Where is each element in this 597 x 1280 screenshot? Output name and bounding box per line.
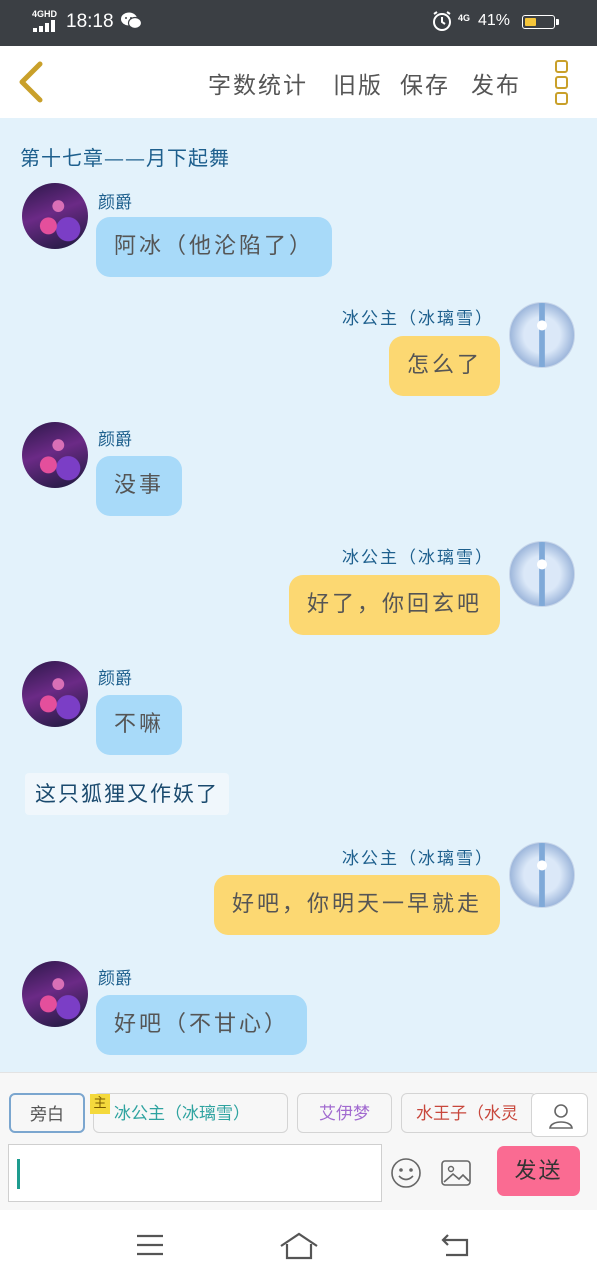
avatar[interactable]: [22, 422, 88, 488]
speaker-name: 颜爵: [98, 430, 132, 450]
avatar[interactable]: [509, 541, 575, 607]
avatar[interactable]: [509, 302, 575, 368]
text-caret: [17, 1159, 20, 1189]
publish-button[interactable]: 发布: [471, 66, 521, 100]
speaker-name: 冰公主（冰璃雪）: [342, 849, 494, 869]
battery-tip: [556, 19, 559, 25]
alarm-icon: [431, 10, 453, 38]
message-bubble[interactable]: 怎么了: [388, 336, 500, 396]
emoji-icon[interactable]: [390, 1157, 422, 1189]
message-input[interactable]: [8, 1144, 382, 1202]
save-button[interactable]: 保存: [400, 66, 450, 100]
battery-icon: [522, 15, 555, 29]
editor-toolbar: 字数统计 旧版 保存 发布: [0, 46, 597, 118]
add-role-button[interactable]: [531, 1093, 588, 1137]
back-icon[interactable]: [440, 1231, 470, 1259]
battery-percent: 41%: [478, 12, 511, 29]
message-bubble[interactable]: 好吧（不甘心）: [96, 995, 308, 1055]
person-icon: [549, 1104, 573, 1129]
narration-role-button[interactable]: 旁白: [9, 1093, 85, 1133]
battery-fill: [525, 18, 536, 26]
message-bubble[interactable]: 不嘛: [96, 695, 183, 755]
speaker-name: 颜爵: [98, 193, 132, 213]
network-type: 4GHD: [32, 9, 58, 19]
old-version-button[interactable]: 旧版: [333, 66, 383, 100]
image-icon[interactable]: [440, 1158, 472, 1188]
signal-icon: [33, 20, 59, 32]
system-nav-bar: [0, 1210, 597, 1280]
avatar[interactable]: [22, 661, 88, 727]
avatar[interactable]: [22, 183, 88, 249]
chapter-title[interactable]: 第十七章——月下起舞: [20, 142, 230, 171]
avatar[interactable]: [509, 842, 575, 908]
speaker-name: 冰公主（冰璃雪）: [342, 309, 494, 329]
chevron-left-icon[interactable]: [14, 60, 50, 104]
menu-icon[interactable]: [135, 1231, 165, 1259]
status-time: 18:18: [66, 11, 114, 32]
home-icon[interactable]: [278, 1231, 320, 1261]
narration-text[interactable]: 这只狐狸又作妖了: [25, 773, 229, 815]
avatar[interactable]: [22, 961, 88, 1027]
main-role-badge: 主: [90, 1094, 110, 1114]
mobile-data-label: 4G: [458, 13, 471, 23]
message-bubble[interactable]: 没事: [96, 456, 183, 516]
message-bubble[interactable]: 好吧，你明天一早就走: [213, 875, 500, 935]
message-bubble[interactable]: 阿冰（他沦陷了）: [96, 217, 333, 277]
speaker-name: 冰公主（冰璃雪）: [342, 548, 494, 568]
message-bubble[interactable]: 好了，你回玄吧: [288, 575, 500, 635]
speaker-name: 颜爵: [98, 669, 132, 689]
status-bar: 4GHD 18:18 4G 41%: [0, 0, 597, 46]
send-button[interactable]: 发送: [497, 1146, 580, 1196]
more-vertical-icon[interactable]: [555, 60, 571, 106]
role-chip[interactable]: 冰公主（冰璃雪）: [93, 1093, 288, 1133]
word-count-button[interactable]: 字数统计: [208, 66, 308, 100]
role-chip[interactable]: 艾伊梦: [297, 1093, 392, 1133]
speaker-name: 颜爵: [98, 969, 132, 989]
role-chip[interactable]: 水王子（水灵: [401, 1093, 537, 1133]
wechat-icon: [120, 11, 143, 36]
